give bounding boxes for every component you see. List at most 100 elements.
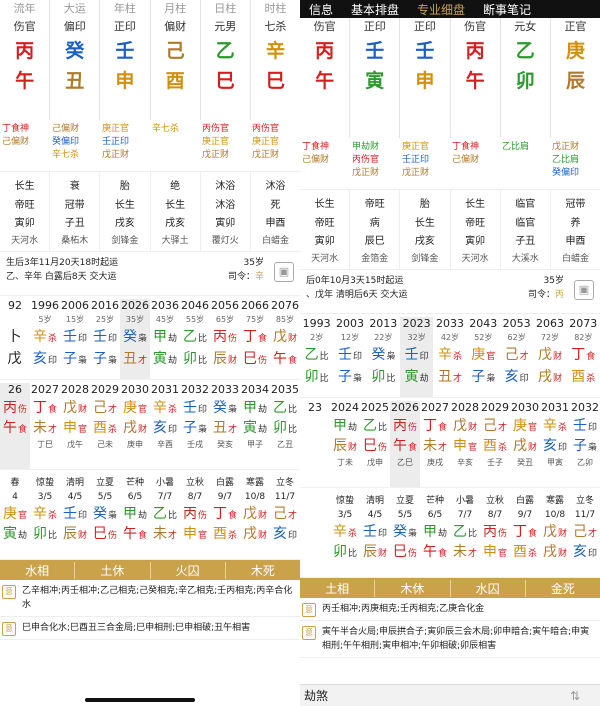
solar-term-cell[interactable]: 立夏 5/5 癸枭巳伤 (390, 494, 420, 577)
solar-term-cell[interactable]: 芒种 6/5 甲劫午食 (420, 494, 450, 577)
liunian-cell[interactable]: 2031 辛杀亥印辛酉 (150, 383, 180, 469)
calendar-icon[interactable]: ▣ (274, 262, 294, 282)
liunian-cell[interactable]: 26 丙伤午食 (0, 383, 30, 469)
dayun-cell[interactable]: 2003 12岁壬印子枭 (333, 317, 366, 397)
branch-god: 食 (437, 549, 447, 559)
dayun-cell[interactable]: 2066 75岁丁食巳伤 (240, 299, 270, 379)
dayun-cell[interactable]: 2026 35岁癸枭丑才 (120, 299, 150, 379)
liunian-cell[interactable]: 2024 甲劫辰财丁未 (330, 401, 360, 487)
dayun-age: 72岁 (540, 333, 560, 342)
term-date: 6/5 (127, 492, 143, 502)
liunian-cell[interactable]: 2028 戊财申官辛亥 (450, 401, 480, 487)
dayun-cell[interactable]: 2046 55岁乙比卯比 (180, 299, 210, 379)
liunian-sub: 壬子 (487, 458, 503, 467)
branch-char: 丑 (437, 369, 452, 385)
dayun-cell[interactable]: 2043 52岁庚官子枭 (467, 317, 500, 397)
dayun-row: 92 卜戊 1996 5岁辛杀亥印 2006 15岁壬印子枭 2016 25岁壬印子枭 2026… (0, 296, 300, 380)
calendar-icon[interactable]: ▣ (574, 280, 594, 300)
nav-tab[interactable]: 断事笔记 (474, 1, 540, 18)
season-item: 金死 (550, 581, 575, 596)
solar-term-cell[interactable]: 寒露 10/8 戊财戌财 (240, 476, 270, 559)
stem-god: 比 (287, 405, 297, 415)
dayun-cell[interactable]: 2023 32岁壬印寅劫 (399, 317, 434, 397)
stage-item: 戌亥 (165, 218, 186, 230)
dayun-cell[interactable]: 2013 22岁癸枭卯比 (367, 317, 400, 397)
liunian-cell[interactable]: 2027 丁食未才庚戌 (420, 401, 450, 487)
liunian-cell[interactable]: 2029 己才酉杀壬子 (480, 401, 510, 487)
liunian-cell[interactable]: 2033 癸枭丑才癸亥 (210, 383, 240, 469)
liunian-cell[interactable]: 2035 乙比卯比乙丑 (270, 383, 300, 469)
liunian-cell[interactable]: 2029 己才酉杀己未 (90, 383, 120, 469)
dayun-cell[interactable]: 2073 82岁丁食酉杀 (567, 317, 600, 397)
liunian-cell[interactable]: 2034 甲劫寅劫甲子 (240, 383, 270, 469)
liunian-cell[interactable]: 23 (300, 401, 330, 487)
liunian-year: 2025 (361, 401, 389, 414)
hidden-stem-column: 丁食神 己偏财 (300, 138, 350, 189)
solar-term-cell[interactable]: 白露 9/7 丁食酉杀 (510, 494, 540, 577)
branch-god: 枭 (197, 425, 207, 435)
dayun-cell[interactable]: 1996 5岁辛杀亥印 (30, 299, 60, 379)
solar-term-cell[interactable]: 寒露 10/8 戊财戌财 (540, 494, 570, 577)
liunian-cell[interactable]: 2031 辛杀亥印甲寅 (540, 401, 570, 487)
nav-tab[interactable]: 信息 (300, 1, 342, 18)
dayun-cell[interactable]: 2056 65岁丙伤辰财 (210, 299, 240, 379)
solar-term-cell[interactable]: 小暑 7/7 乙比未才 (450, 494, 480, 577)
liunian-cell[interactable]: 2030 庚官戌财癸丑 (510, 401, 540, 487)
solar-term-cell[interactable]: 惊蛰 3/5 辛杀卯比 (330, 494, 360, 577)
dayun-cell[interactable]: 2033 42岁辛杀丑才 (433, 317, 466, 397)
solar-term-cell[interactable]: 立秋 8/7 丙伤申官 (180, 476, 210, 559)
liunian-cell[interactable]: 2028 戊财申官戊午 (60, 383, 90, 469)
ganzhi-stem: 壬印 (363, 522, 387, 542)
liunian-cell[interactable]: 2025 乙比巳伤戊申 (360, 401, 390, 487)
dayun-cell[interactable]: 2063 72岁戊财戌财 (533, 317, 566, 397)
solar-term-cell[interactable]: 清明 4/5 壬印辰财 (60, 476, 90, 559)
dayun-age: 65岁 (215, 315, 235, 324)
dayun-cell[interactable]: 2016 25岁壬印子枭 (90, 299, 120, 379)
dayun-cell[interactable]: 2036 45岁甲劫寅劫 (150, 299, 180, 379)
term-name: 白露 (215, 478, 234, 488)
branch-char: 子 (337, 369, 352, 385)
expand-icon[interactable]: ⇅ (570, 685, 580, 706)
hidden-stem: 癸偏印 (52, 137, 80, 147)
ganzhi-stem: 己才 (273, 504, 297, 524)
liunian-cell[interactable]: 2026 丙伤午食乙巳 (390, 401, 420, 487)
dayun-cell[interactable]: 2053 62岁己才亥印 (500, 317, 533, 397)
dayun-cell[interactable]: 2076 85岁戊财午食 (270, 299, 300, 379)
solar-term-cell[interactable]: 芒种 6/5 甲劫午食 (120, 476, 150, 559)
ganzhi-stem: 庚官 (123, 398, 147, 418)
solar-term-cell[interactable]: 白露 9/7 丁食酉杀 (210, 476, 240, 559)
solar-term-cell[interactable]: 清明 4/5 壬印辰财 (360, 494, 390, 577)
heavenly-stem: 己 (165, 40, 185, 62)
top-nav: 信息 基本排盘 专业细盘 断事笔记 (300, 0, 600, 18)
dayun-cell[interactable]: 2006 15岁壬印子枭 (60, 299, 90, 379)
solar-term-cell[interactable]: 小暑 7/7 乙比未才 (150, 476, 180, 559)
stage-item: 辰巳 (364, 236, 385, 248)
season-strength-bar: 土相 木休 水囚 金死 (300, 578, 600, 598)
term-date: 11/7 (574, 510, 596, 520)
liunian-cell[interactable]: 2027 丁食未才丁巳 (30, 383, 60, 469)
liunian-sub: 戊午 (67, 440, 83, 449)
solar-term-cell[interactable]: 立冬 11/7 己才亥印 (270, 476, 300, 559)
stem-god: 枭 (407, 529, 417, 539)
bottom-section-bar[interactable]: 劫煞 ⇅ (300, 684, 600, 706)
liunian-cell[interactable]: 2030 庚官戌财庚申 (120, 383, 150, 469)
branch-god: 才 (452, 374, 462, 384)
dayun-cell[interactable]: 92 卜戊 (0, 299, 30, 379)
branch-god: 财 (257, 531, 267, 541)
liunian-cell[interactable]: 2032 壬印子枭壬戌 (180, 383, 210, 469)
solar-term-cell[interactable] (300, 494, 330, 577)
nav-tab[interactable]: 基本排盘 (342, 1, 408, 18)
solar-term-cell[interactable]: 立冬 11/7 己才亥印 (570, 494, 600, 577)
liunian-cell[interactable]: 2032 壬印子枭乙卯 (570, 401, 600, 487)
dayun-cell[interactable]: 1993 2岁乙比卯比 (300, 317, 333, 397)
pillar-header: 流年 (13, 2, 36, 15)
branch-char: 戌 (122, 420, 137, 436)
stem-char: 辛 (437, 347, 452, 363)
solar-term-cell[interactable]: 春 4 庚官寅劫 (0, 476, 30, 559)
stage-item: 大驿土 (161, 236, 189, 247)
earthly-branch: 午 (15, 70, 35, 92)
solar-term-cell[interactable]: 立夏 5/5 癸枭巳伤 (90, 476, 120, 559)
solar-term-cell[interactable]: 惊蛰 3/5 辛杀卯比 (30, 476, 60, 559)
solar-term-cell[interactable]: 立秋 8/7 丙伤申官 (480, 494, 510, 577)
nav-tab[interactable]: 专业细盘 (408, 1, 474, 18)
